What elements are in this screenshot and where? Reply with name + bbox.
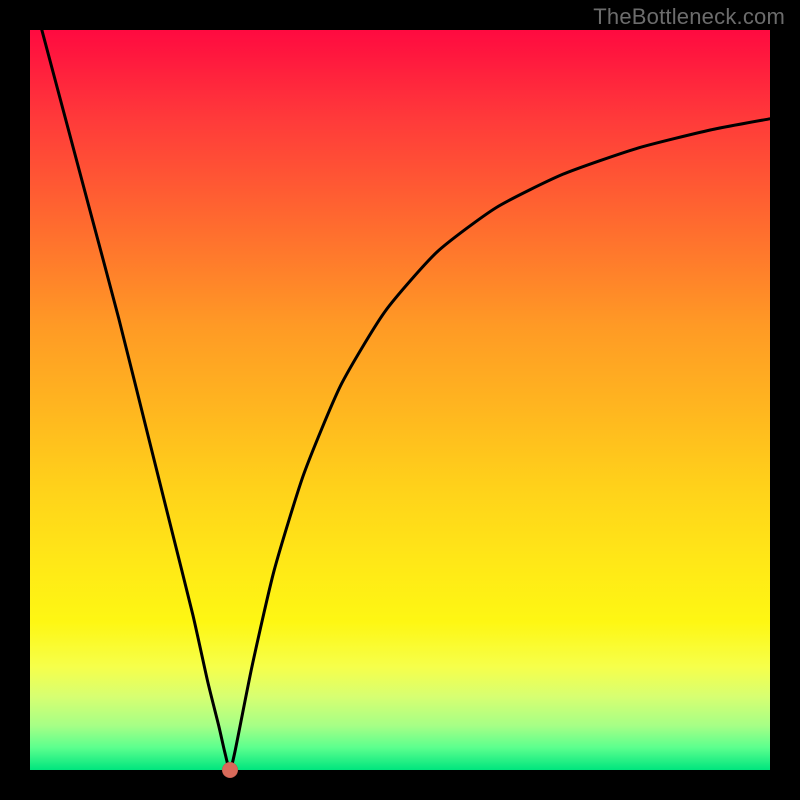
bottleneck-curve <box>30 0 770 770</box>
minimum-marker <box>222 762 238 778</box>
plot-area <box>30 30 770 770</box>
curve-svg <box>30 30 770 770</box>
watermark-text: TheBottleneck.com <box>593 4 785 30</box>
chart-frame: TheBottleneck.com <box>0 0 800 800</box>
